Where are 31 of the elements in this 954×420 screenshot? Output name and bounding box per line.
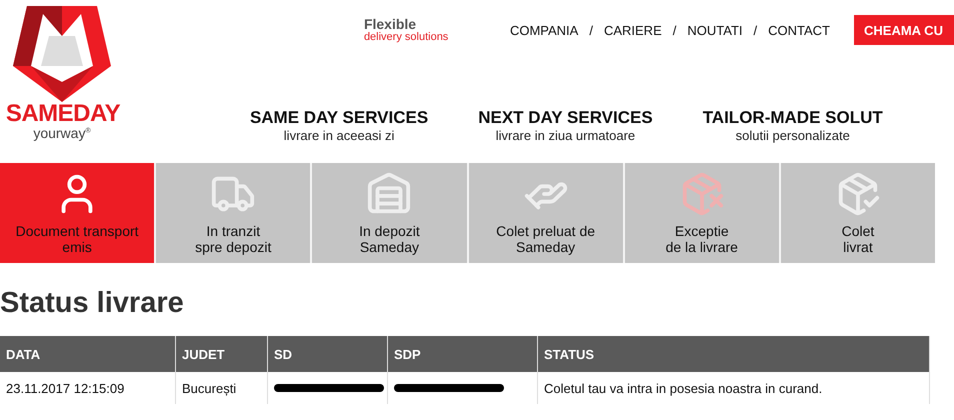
table-cell: Coletul tau va intra in posesia noastra in curand. [538,372,930,404]
status-step: Document transport emis [0,163,154,263]
nav-link[interactable]: CONTACT [768,22,830,38]
nav-link[interactable]: COMPANIA [510,22,578,38]
page-title: Status livrare [0,287,185,320]
call-button[interactable]: CHEAMA CU [854,15,954,45]
service-link[interactable]: NEXT DAY SERVICES livrare in ziua urmatoare [478,108,653,143]
logo-tagline: yourway$^{®}$ [33,126,91,140]
slogan-subtitle: delivery solutions [364,30,450,44]
nav-separator: / [754,22,758,38]
column-header: SDP [388,336,538,372]
nav-separator: / [589,22,593,38]
status-step: In tranzit spre depozit [156,163,310,263]
column-header: DATA [0,336,176,372]
logo-icon [12,6,111,102]
status-step: Colet livrat [780,163,936,263]
nav-link[interactable]: NOUTATI [687,22,742,38]
status-step: Colet preluat de Sameday [468,163,623,263]
slogan-title: Flexible [364,16,418,31]
service-link[interactable]: SAME DAY SERVICES livrare in aceeasi zi [250,108,428,143]
column-header: STATUS [538,336,930,372]
nav-separator: / [672,22,676,38]
column-header: JUDET [176,336,268,372]
status-step: Exceptie de la livrare [624,163,779,263]
column-header: SD [268,336,388,372]
nav-link[interactable]: CARIERE [604,22,662,38]
service-link[interactable]: TAILOR-MADE SOLUT solutii personalizate [702,108,883,143]
table-cell: București [176,372,268,404]
status-step: In depozit Sameday [312,163,467,263]
logo-wordmark: SAMEDAY [6,102,120,126]
table-cell: 23.11.2017 12:15:09 [0,372,176,404]
